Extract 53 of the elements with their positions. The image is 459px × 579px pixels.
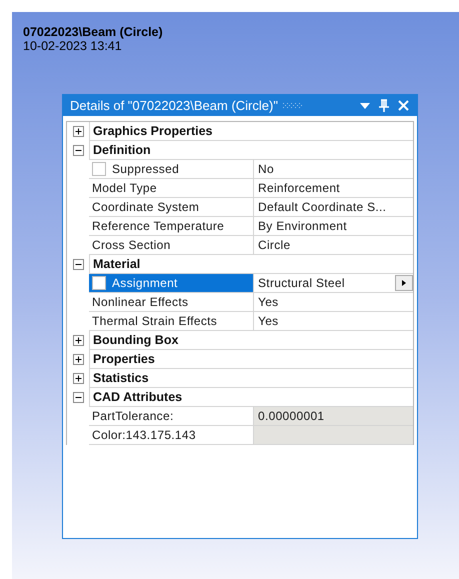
property-label: Suppressed bbox=[112, 161, 180, 178]
triangle-icon bbox=[402, 280, 406, 286]
property-value: Yes bbox=[258, 313, 278, 330]
property-label: Coordinate System bbox=[92, 199, 200, 216]
property-label: Model Type bbox=[92, 180, 157, 197]
expand-icon[interactable] bbox=[72, 335, 84, 346]
property-value: Structural Steel bbox=[258, 275, 345, 292]
dropdown-icon[interactable] bbox=[360, 102, 370, 108]
property-row[interactable]: PartTolerance: 0.00000001 bbox=[89, 407, 413, 426]
property-row[interactable]: Assignment Structural Steel bbox=[89, 274, 413, 293]
property-value: Circle bbox=[258, 237, 290, 254]
dropdown-button[interactable] bbox=[395, 275, 413, 291]
close-icon[interactable] bbox=[398, 100, 409, 111]
property-label: Assignment bbox=[112, 275, 178, 292]
expand-icon[interactable] bbox=[72, 354, 84, 365]
property-label: Color:143.175.143 bbox=[92, 427, 196, 444]
group-header[interactable]: Bounding Box bbox=[89, 331, 413, 350]
property-row[interactable]: Thermal Strain Effects Yes bbox=[89, 312, 413, 331]
property-value: 0.00000001 bbox=[258, 408, 324, 425]
panel-title: Details of "07022023\Beam (Circle)" bbox=[70, 96, 278, 115]
property-value: By Environment bbox=[258, 218, 347, 235]
timestamp: 10-02-2023 13:41 bbox=[23, 39, 123, 53]
group-header[interactable]: Material bbox=[89, 255, 413, 274]
group-header[interactable]: Graphics Properties bbox=[89, 122, 413, 141]
collapse-icon[interactable] bbox=[72, 145, 84, 156]
property-row[interactable]: Cross Section Circle bbox=[89, 236, 413, 255]
property-value: Yes bbox=[258, 294, 278, 311]
property-row[interactable]: Suppressed No bbox=[89, 160, 413, 179]
property-row[interactable]: Coordinate System Default Coordinate S... bbox=[89, 198, 413, 217]
property-value: Default Coordinate S... bbox=[258, 199, 386, 216]
collapse-icon[interactable] bbox=[72, 259, 84, 270]
property-label: Reference Temperature bbox=[92, 218, 224, 235]
property-value: Reinforcement bbox=[258, 180, 340, 197]
collapse-icon[interactable] bbox=[72, 392, 84, 403]
property-row[interactable]: Model Type Reinforcement bbox=[89, 179, 413, 198]
group-header[interactable]: Properties bbox=[89, 350, 413, 369]
property-value: No bbox=[258, 161, 274, 178]
expand-icon[interactable] bbox=[72, 373, 84, 384]
property-label: PartTolerance: bbox=[92, 408, 174, 425]
expand-icon[interactable] bbox=[72, 126, 84, 137]
pin-icon[interactable] bbox=[379, 99, 389, 112]
model-title: 07022023\Beam (Circle) bbox=[23, 25, 164, 39]
property-row[interactable]: Reference Temperature By Environment bbox=[89, 217, 413, 236]
group-header[interactable]: Definition bbox=[89, 141, 413, 160]
property-label: Cross Section bbox=[92, 237, 171, 254]
property-label: Thermal Strain Effects bbox=[92, 313, 218, 330]
group-header[interactable]: Statistics bbox=[89, 369, 413, 388]
property-row[interactable]: Nonlinear Effects Yes bbox=[89, 293, 413, 312]
property-label: Nonlinear Effects bbox=[92, 294, 188, 311]
property-row[interactable]: Color:143.175.143 bbox=[89, 426, 413, 445]
checkbox[interactable] bbox=[92, 276, 106, 290]
group-header[interactable]: CAD Attributes bbox=[89, 388, 413, 407]
checkbox[interactable] bbox=[92, 162, 106, 176]
